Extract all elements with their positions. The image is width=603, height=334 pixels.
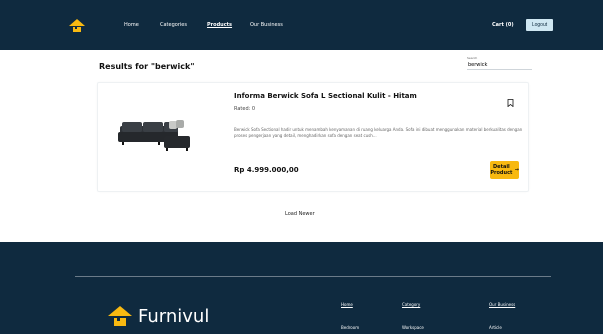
sofa-image — [118, 120, 190, 151]
bookmark-icon[interactable] — [507, 99, 514, 107]
footer-link-category[interactable]: Category — [402, 302, 420, 307]
load-newer-link[interactable]: Load Newer — [285, 211, 315, 217]
search-label: Search — [467, 56, 478, 60]
footer-link-our-business[interactable]: Our Business — [489, 302, 515, 307]
footer-logo-icon — [108, 306, 132, 326]
footer-link-bedroom[interactable]: Bedroom — [341, 325, 359, 330]
product-price: Rp 4.999.000,00 — [234, 166, 299, 174]
product-description: Berwick Sofa Sectional hadir untuk menam… — [234, 127, 523, 138]
footer — [0, 242, 603, 334]
footer-link-workspace[interactable]: Workspace — [402, 325, 424, 330]
nav-our-business-link[interactable]: Our Business — [250, 22, 283, 28]
product-title[interactable]: Informa Berwick Sofa L Sectional Kulit -… — [234, 92, 417, 100]
footer-link-article[interactable]: Article — [489, 325, 502, 330]
footer-brand-name: Furnivul — [138, 306, 210, 327]
arrow-right-icon: → — [514, 167, 519, 173]
cart-link[interactable]: Cart (0) — [492, 22, 514, 28]
nav-products-link[interactable]: Products — [207, 22, 232, 28]
results-heading: Results for "berwick" — [99, 62, 195, 71]
footer-divider — [75, 276, 551, 277]
detail-product-label: Detail Product — [490, 164, 513, 176]
logout-button[interactable]: Logout — [526, 19, 553, 31]
nav-categories-link[interactable]: Categories — [160, 22, 187, 28]
nav-home-link[interactable]: Home — [124, 22, 139, 28]
search-input[interactable] — [467, 61, 532, 70]
product-rating: Rated: 0 — [234, 106, 256, 112]
detail-product-button[interactable]: Detail Product → — [490, 161, 519, 179]
furnivul-logo-icon[interactable] — [69, 19, 85, 32]
footer-link-home[interactable]: Home — [341, 302, 353, 307]
